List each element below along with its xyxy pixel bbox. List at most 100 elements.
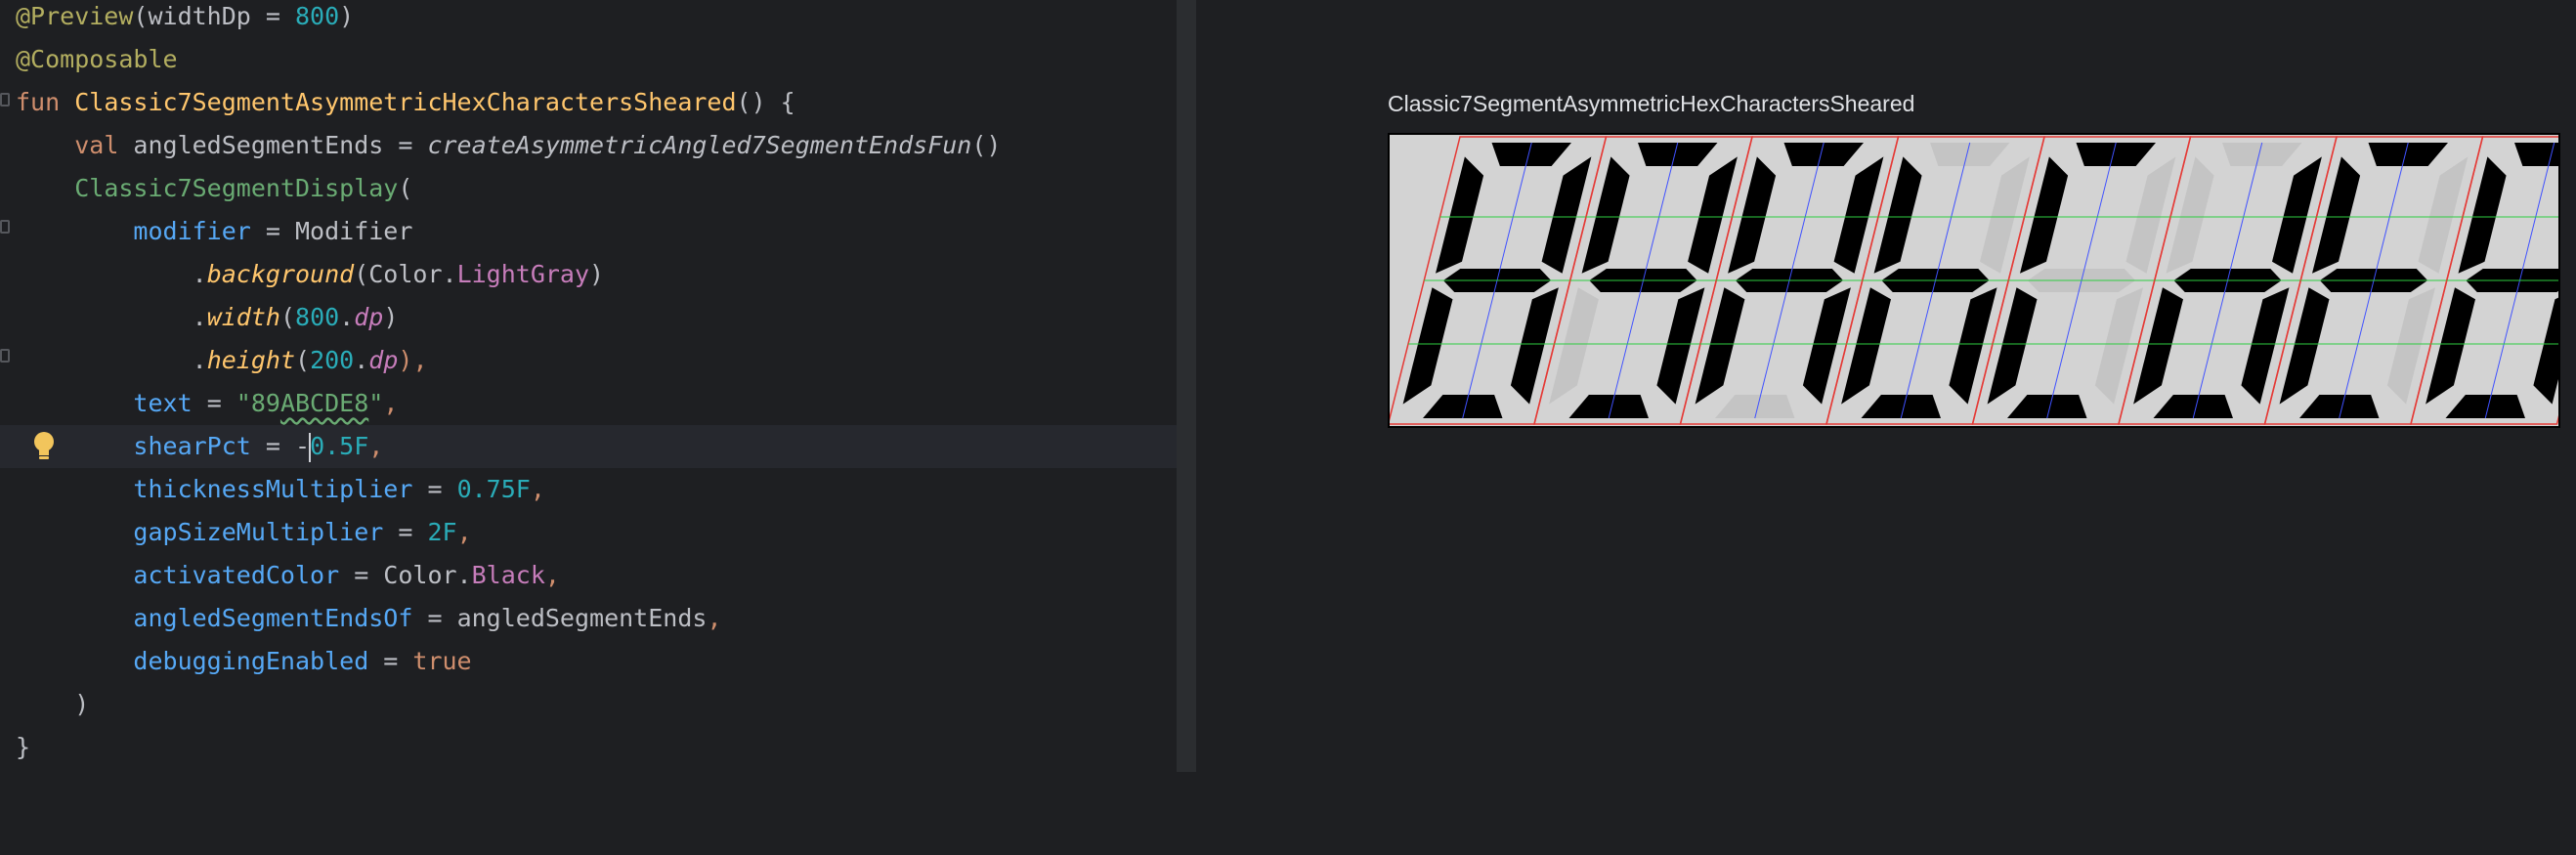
number-literal: 800 xyxy=(295,2,340,30)
code-token: , xyxy=(368,432,384,460)
named-argument: activatedColor xyxy=(133,561,340,589)
named-argument: text xyxy=(133,389,193,417)
keyword: val xyxy=(74,131,119,159)
code-token: . xyxy=(339,303,355,331)
segment-f xyxy=(1873,156,1922,274)
code-token: , xyxy=(383,389,399,417)
code-token: ( xyxy=(295,346,311,374)
annotation: @Composable xyxy=(16,45,178,73)
code-line[interactable]: activatedColor = Color.Black, xyxy=(0,554,1177,597)
code-token: } xyxy=(16,733,31,761)
segment-e xyxy=(2133,287,2183,405)
annotation: @Preview xyxy=(16,2,134,30)
code-line-current[interactable]: shearPct = -0.5F, xyxy=(0,425,1177,468)
segment-e xyxy=(1987,287,2038,405)
keyword: true xyxy=(412,647,472,675)
segment-a xyxy=(1930,143,2010,166)
segment-f xyxy=(1436,156,1484,274)
code-token: Modifier xyxy=(295,217,413,245)
number-literal: 2F xyxy=(427,518,457,546)
named-argument: angledSegmentEndsOf xyxy=(133,604,413,632)
code-line[interactable]: thicknessMultiplier = 0.75F, xyxy=(0,468,1177,511)
segment-c xyxy=(2241,287,2290,405)
code-token: , xyxy=(707,604,722,632)
code-token: . xyxy=(192,260,207,288)
code-token: ) xyxy=(383,303,399,331)
segment-c xyxy=(2386,287,2435,405)
segment-d xyxy=(1423,395,1503,418)
property: Black xyxy=(471,561,545,589)
code-token: = xyxy=(412,604,457,632)
code-line[interactable]: Classic7SegmentDisplay( xyxy=(0,167,1177,210)
segment-c xyxy=(1802,287,1851,405)
segment-a xyxy=(2222,143,2302,166)
number-literal: 200 xyxy=(310,346,355,374)
code-token: Color. xyxy=(383,561,472,589)
segment-b xyxy=(1541,156,1592,274)
segment-f xyxy=(1581,156,1630,274)
panel-splitter[interactable] xyxy=(1177,0,1196,772)
code-line[interactable]: .width(800.dp) xyxy=(0,296,1177,339)
typo-warning[interactable]: ABCDE8 xyxy=(280,389,368,417)
function-call: createAsymmetricAngled7SegmentEndsFun xyxy=(427,131,972,159)
code-token: (Color. xyxy=(354,260,457,288)
code-token: () { xyxy=(736,88,795,116)
code-line[interactable]: val angledSegmentEnds = createAsymmetric… xyxy=(0,124,1177,167)
segment-a xyxy=(1783,143,1864,166)
segment-b xyxy=(2125,156,2176,274)
code-token: ) xyxy=(589,260,605,288)
segment-f xyxy=(2020,156,2069,274)
property: LightGray xyxy=(456,260,590,288)
code-token: . xyxy=(192,346,207,374)
code-token: = xyxy=(383,518,428,546)
code-token: angledSegmentEnds xyxy=(456,604,708,632)
code-token: . xyxy=(192,303,207,331)
code-line[interactable]: angledSegmentEndsOf = angledSegmentEnds, xyxy=(0,597,1177,640)
code-token: ( xyxy=(398,174,413,202)
named-argument: shearPct xyxy=(133,432,251,460)
code-token: = xyxy=(192,389,236,417)
code-token: , xyxy=(456,518,472,546)
segment-e xyxy=(1841,287,1891,405)
code-line[interactable]: @Composable xyxy=(0,38,1177,81)
function-name: Classic7SegmentAsymmetricHexCharactersSh… xyxy=(74,88,737,116)
code-line[interactable]: .background(Color.LightGray) xyxy=(0,253,1177,296)
segment-b xyxy=(2272,156,2322,274)
segment-d xyxy=(2007,395,2087,418)
code-line[interactable]: } xyxy=(0,726,1177,769)
compose-preview-panel: Classic7SegmentAsymmetricHexCharactersSh… xyxy=(1196,0,2576,772)
code-line[interactable]: fun Classic7SegmentAsymmetricHexCharacte… xyxy=(0,81,1177,124)
code-token: angledSegmentEnds = xyxy=(118,131,428,159)
code-line[interactable]: .height(200.dp), xyxy=(0,339,1177,382)
segment-b xyxy=(2418,156,2469,274)
segment-c xyxy=(1656,287,1705,405)
code-line[interactable]: modifier = Modifier xyxy=(0,210,1177,253)
code-line[interactable]: text = "89ABCDE8", xyxy=(0,382,1177,425)
segment-e xyxy=(2426,287,2475,405)
segment-c xyxy=(1949,287,1997,405)
code-line[interactable]: debuggingEnabled = true xyxy=(0,640,1177,683)
code-token: = xyxy=(339,561,384,589)
named-argument: debuggingEnabled xyxy=(133,647,369,675)
code-line[interactable]: @Preview(widthDp = 800) xyxy=(0,0,1177,38)
segment-f xyxy=(2458,156,2507,274)
preview-render[interactable] xyxy=(1388,133,2560,428)
property: dp xyxy=(368,346,399,374)
property: dp xyxy=(354,303,384,331)
code-line[interactable]: gapSizeMultiplier = 2F, xyxy=(0,511,1177,554)
code-token: = xyxy=(368,647,413,675)
string-literal: " xyxy=(368,389,384,417)
code-line[interactable]: ) xyxy=(0,683,1177,726)
segment-f xyxy=(1728,156,1777,274)
named-argument: thicknessMultiplier xyxy=(133,475,413,503)
segment-f xyxy=(2166,156,2214,274)
segment-d xyxy=(1568,395,1649,418)
segment-c xyxy=(1510,287,1559,405)
segment-a xyxy=(2076,143,2156,166)
code-token: = xyxy=(250,217,295,245)
segment-d xyxy=(1715,395,1795,418)
code-token: (widthDp = xyxy=(133,2,295,30)
segment-d xyxy=(1861,395,1941,418)
preview-title[interactable]: Classic7SegmentAsymmetricHexCharactersSh… xyxy=(1388,91,1914,117)
code-editor[interactable]: @Preview(widthDp = 800) @Composable fun … xyxy=(0,0,1177,772)
